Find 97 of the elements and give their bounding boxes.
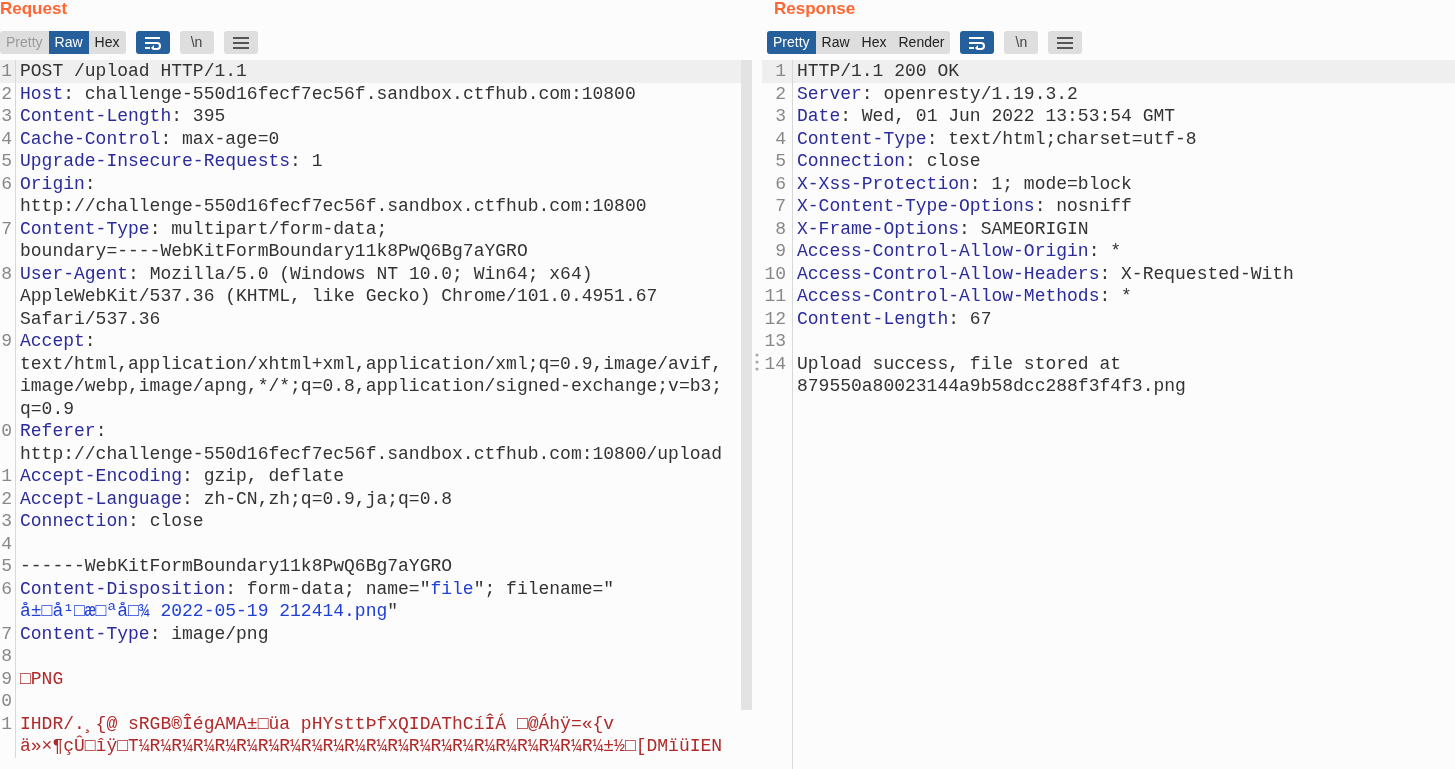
code-line: Connection: close — [796, 150, 981, 173]
line-number: 7 — [775, 196, 786, 216]
code-line: 879550a80023144a9b58dcc288f3f4f3.png — [796, 375, 1186, 398]
scrollbar[interactable] — [741, 60, 752, 710]
line-number: 4 — [1, 533, 12, 554]
line-number: 2 — [775, 83, 786, 104]
line-number: 1 — [1, 713, 12, 734]
code-line: image/webp,image/apng,*/*;q=0.8,application/signed-exchange;v=b3; — [19, 375, 723, 398]
wrap-icon — [968, 35, 987, 50]
code-line: Date: Wed, 01 Jun 2022 13:53:54 GMT — [796, 105, 1176, 128]
line-number: 4 — [775, 128, 786, 149]
code-line: Upload success, file stored at — [796, 352, 1122, 375]
line-number: 0 — [1, 421, 12, 441]
code-line: X-Content-Type-Options: nosniff — [796, 195, 1132, 218]
code-line: Content-Type: multipart/form-data; — [19, 217, 388, 240]
code-line: HTTP/1.1 200 OK — [796, 60, 960, 83]
code-line: Content-Length: 67 — [796, 307, 992, 330]
line-number: 12 — [764, 308, 786, 329]
line-number: 11 — [764, 286, 786, 306]
line-number: 3 — [1, 106, 12, 126]
code-line: AppleWebKit/537.36 (KHTML, like Gecko) Chrome/101.0.4951.67 — [19, 285, 658, 308]
line-number: 5 — [1, 151, 12, 171]
code-line: boundary=----WebKitFormBoundary11k8PwQ6Bg7aYGRO — [19, 240, 528, 263]
view-tab[interactable]: Raw — [815, 31, 856, 54]
code-line: Upgrade-Insecure-Requests: 1 — [19, 150, 323, 173]
code-line: X-Xss-Protection: 1; mode=block — [796, 172, 1132, 195]
code-line: Accept: — [19, 330, 96, 353]
code-line: Accept-Encoding: gzip, deflate — [19, 465, 345, 488]
line-number: 10 — [764, 263, 786, 284]
newline-toggle-button[interactable]: \n — [179, 31, 214, 54]
view-tab[interactable]: Pretty — [767, 31, 816, 54]
line-number: 3 — [1, 511, 12, 531]
code-line: Access-Control-Allow-Origin: * — [796, 240, 1122, 263]
code-line: Host: challenge-550d16fecf7ec56f.sandbox.ctfhub.com:10800 — [19, 82, 636, 105]
code-line: X-Frame-Options: SAMEORIGIN — [796, 217, 1089, 240]
code-line: POST /upload HTTP/1.1 — [19, 60, 247, 83]
view-tab[interactable]: Hex — [855, 31, 893, 54]
code-line: Cache-Control: max-age=0 — [19, 127, 280, 150]
panel-title: Response — [774, 0, 856, 18]
line-number: 14 — [764, 353, 786, 374]
code-line: Origin: — [19, 172, 96, 195]
code-line: q=0.9 — [19, 397, 74, 420]
line-number: 6 — [1, 173, 12, 194]
line-number: 6 — [1, 578, 12, 599]
line-number: 6 — [775, 173, 786, 194]
code-line: Server: openresty/1.19.3.2 — [796, 82, 1078, 105]
line-number: 8 — [1, 646, 12, 666]
wrap-toggle-button[interactable] — [960, 31, 995, 54]
line-number: 4 — [1, 128, 12, 149]
code-line: http://challenge-550d16fecf7ec56f.sandbox.ctfhub.com:10800/upload — [19, 442, 723, 465]
code-line: å±□å¹□æ□ªå□¾ 2022-05-19 212414.png" — [19, 600, 399, 623]
code-line: Access-Control-Allow-Methods: * — [796, 285, 1132, 308]
line-number: 1 — [775, 61, 786, 81]
line-number: 5 — [775, 151, 786, 171]
code-line: Referer: — [19, 420, 107, 443]
line-number: 9 — [1, 668, 12, 689]
code-line: Content-Type: text/html;charset=utf-8 — [796, 127, 1197, 150]
code-line: Safari/537.36 — [19, 307, 161, 330]
line-number: 8 — [1, 263, 12, 284]
code-line: Accept-Language: zh-CN,zh;q=0.9,ja;q=0.8 — [19, 487, 453, 510]
line-number: 7 — [1, 623, 12, 644]
line-number: 1 — [1, 61, 12, 81]
code-line: http://challenge-550d16fecf7ec56f.sandbox.ctfhub.com:10800 — [19, 195, 647, 218]
panel-title: Request — [0, 0, 68, 18]
line-number: 5 — [1, 556, 12, 576]
line-number: 3 — [775, 106, 786, 126]
menu-button[interactable] — [1048, 31, 1083, 54]
code-line: ä»×¶çÛ□îÿ□T¼R¼R¼R¼R¼R¼R¼R¼R¼R¼R¼R¼R¼R¼R¼R¼R¼R¼R¼R¼R¼R¼±½□[DMïüIEN — [19, 735, 723, 758]
line-number: 9 — [775, 241, 786, 261]
code-line: Content-Length: 395 — [19, 105, 226, 128]
code-line: IHDR/.¸{@ sRGB®ÎégAMA±□üa pHYsttÞfxQIDAThCíÎÁ □@Áhÿ=«{v — [19, 712, 615, 735]
line-number: 2 — [1, 83, 12, 104]
line-number: 7 — [1, 218, 12, 239]
menu-button[interactable] — [223, 31, 258, 54]
code-line: Content-Disposition: form-data; name="file"; filename=" — [19, 577, 615, 600]
menu-icon — [232, 36, 249, 49]
code-line: Access-Control-Allow-Headers: X-Requested-With — [796, 262, 1294, 285]
line-number: 13 — [764, 331, 786, 351]
wrap-toggle-button[interactable] — [135, 31, 170, 54]
line-number: 8 — [775, 218, 786, 239]
newline-toggle-button[interactable]: \n — [1004, 31, 1039, 54]
wrap-icon — [143, 35, 162, 50]
view-tab[interactable]: Raw — [48, 31, 89, 54]
view-tab[interactable]: Hex — [88, 31, 126, 54]
line-number: 0 — [1, 691, 12, 711]
view-tab[interactable]: Render — [892, 31, 951, 54]
line-number: 2 — [1, 488, 12, 509]
code-line: □PNG — [19, 667, 64, 690]
menu-icon — [1057, 36, 1074, 49]
code-line: User-Agent: Mozilla/5.0 (Windows NT 10.0; Win64; x64) — [19, 262, 593, 285]
grip-icon[interactable] — [755, 353, 759, 371]
line-number: 9 — [1, 331, 12, 351]
code-line: ------WebKitFormBoundary11k8PwQ6Bg7aYGRO — [19, 555, 453, 578]
code-line: text/html,application/xhtml+xml,application/xml;q=0.9,image/avif, — [19, 352, 723, 375]
code-line: Connection: close — [19, 510, 204, 533]
code-line: Content-Type: image/png — [19, 622, 269, 645]
line-number: 1 — [1, 466, 12, 486]
